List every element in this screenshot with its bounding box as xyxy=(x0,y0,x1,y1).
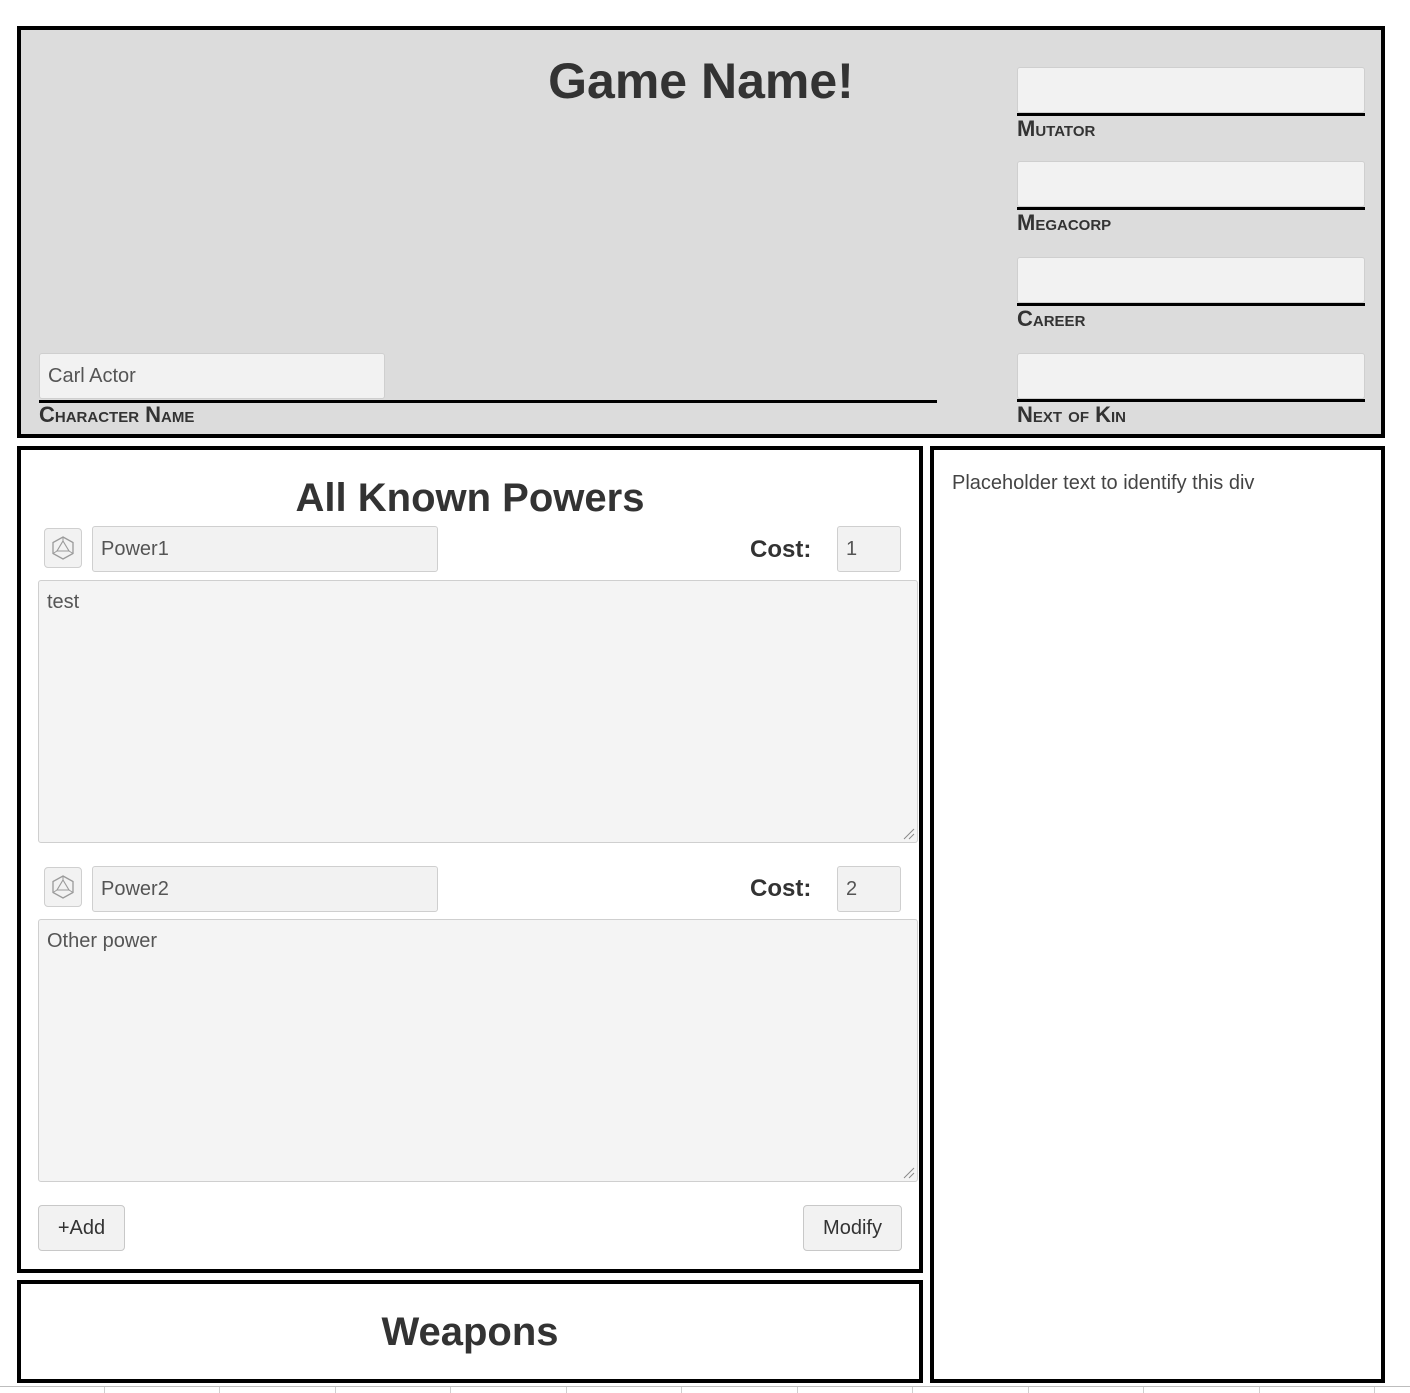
power-1-description[interactable]: test xyxy=(38,580,918,843)
power-2-cost-label: Cost: xyxy=(750,875,812,902)
add-power-button[interactable]: +Add xyxy=(38,1205,125,1251)
scroll-tick xyxy=(1374,1387,1375,1393)
megacorp-label: Megacorp xyxy=(1017,210,1112,235)
placeholder-panel: Placeholder text to identify this div xyxy=(930,446,1385,1383)
d20-dice-icon xyxy=(52,536,74,560)
power-2-cost-input[interactable]: 2 xyxy=(837,866,901,912)
power-1-name-input[interactable]: Power1 xyxy=(92,526,438,572)
career-label: Career xyxy=(1017,306,1086,331)
scroll-tick xyxy=(912,1387,913,1393)
scroll-tick xyxy=(1028,1387,1029,1393)
power-2-roll-button[interactable] xyxy=(44,867,82,907)
scroll-tick xyxy=(219,1387,220,1393)
weapons-panel: Weapons xyxy=(17,1280,923,1383)
scroll-tick xyxy=(681,1387,682,1393)
powers-panel: All Known Powers Power1 Cost: 1 test Pow… xyxy=(17,446,923,1273)
weapons-title: Weapons xyxy=(381,1310,559,1354)
scroll-tick xyxy=(104,1387,105,1393)
horizontal-scrollbar[interactable] xyxy=(0,1386,1410,1393)
character-header: Game Name! Carl Actor Character Name Mut… xyxy=(17,26,1385,438)
scroll-tick xyxy=(566,1387,567,1393)
mutator-label: Mutator xyxy=(1017,116,1096,141)
placeholder-text: Placeholder text to identify this div xyxy=(952,472,1255,494)
scroll-tick xyxy=(450,1387,451,1393)
power-2-description-text: Other power xyxy=(47,930,158,952)
character-name-label: Character Name xyxy=(39,402,195,427)
power-1-cost-label: Cost: xyxy=(750,536,812,563)
resize-grip-icon[interactable] xyxy=(901,1165,915,1179)
character-name-input[interactable]: Carl Actor xyxy=(39,353,385,399)
power-1-description-text: test xyxy=(47,591,80,613)
scroll-tick xyxy=(1143,1387,1144,1393)
mutator-input[interactable] xyxy=(1017,67,1365,113)
scroll-tick xyxy=(335,1387,336,1393)
scroll-tick xyxy=(1259,1387,1260,1393)
power-2-description[interactable]: Other power xyxy=(38,919,918,1182)
scroll-tick xyxy=(797,1387,798,1393)
career-input[interactable] xyxy=(1017,257,1365,303)
powers-title: All Known Powers xyxy=(295,476,645,520)
modify-powers-button[interactable]: Modify xyxy=(803,1205,902,1251)
next-of-kin-label: Next of Kin xyxy=(1017,402,1127,427)
power-2-name-input[interactable]: Power2 xyxy=(92,866,438,912)
megacorp-input[interactable] xyxy=(1017,161,1365,207)
resize-grip-icon[interactable] xyxy=(901,826,915,840)
power-1-roll-button[interactable] xyxy=(44,528,82,568)
next-of-kin-input[interactable] xyxy=(1017,353,1365,399)
d20-dice-icon xyxy=(52,875,74,899)
power-1-cost-input[interactable]: 1 xyxy=(837,526,901,572)
